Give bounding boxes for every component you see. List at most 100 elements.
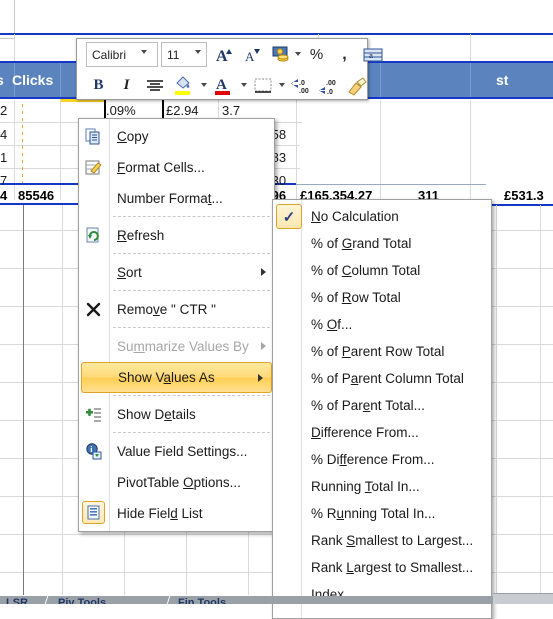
svg-text:.0: .0 bbox=[327, 89, 333, 95]
mini-format-toolbar[interactable]: Calibri 11 A A % , a B I A .0 .00 .00 .0 bbox=[76, 38, 382, 100]
submenu-item-running-total-in[interactable]: Running Total In... bbox=[273, 473, 491, 500]
submenu-item-rank-smallest-to-largest[interactable]: Rank Smallest to Largest... bbox=[273, 527, 491, 554]
sheet-tab[interactable]: Piv Tools bbox=[58, 597, 106, 604]
chevron-down-icon[interactable] bbox=[241, 83, 247, 87]
menu-item-copy[interactable]: Copy bbox=[79, 121, 274, 152]
tab-divider bbox=[44, 596, 49, 604]
percent-style-icon[interactable]: % bbox=[305, 43, 328, 66]
cell-value[interactable]: £2.94 bbox=[166, 103, 199, 118]
chevron-down-icon[interactable] bbox=[201, 83, 207, 87]
cell-value[interactable]: 7 bbox=[0, 173, 7, 188]
chevron-down-icon[interactable] bbox=[295, 52, 301, 56]
gridline bbox=[296, 100, 297, 200]
accounting-number-format-icon[interactable] bbox=[269, 43, 292, 66]
remove-icon bbox=[83, 300, 103, 319]
menu-item-refresh[interactable]: Refresh bbox=[79, 220, 274, 251]
field-list-icon bbox=[82, 501, 105, 524]
submenu-item-pct-difference-from[interactable]: % Difference From... bbox=[273, 446, 491, 473]
submenu-arrow-icon bbox=[261, 268, 266, 276]
gridline bbox=[60, 100, 61, 200]
font-color-icon[interactable]: A bbox=[211, 74, 234, 97]
font-name-combo[interactable]: Calibri bbox=[86, 42, 158, 67]
menu-item-show-values-as[interactable]: Show Values As bbox=[81, 362, 272, 393]
chevron-down-icon[interactable] bbox=[195, 50, 201, 54]
horizontal-scrollbar[interactable] bbox=[493, 593, 553, 604]
font-size-value: 11 bbox=[167, 47, 180, 62]
submenu-item-label: Rank Smallest to Largest... bbox=[311, 533, 474, 548]
total-cell-value[interactable]: 85546 bbox=[18, 188, 54, 203]
gridline bbox=[540, 205, 541, 595]
menu-item-hide-field-list[interactable]: Hide Field List bbox=[79, 498, 274, 529]
svg-text:.00: .00 bbox=[299, 88, 309, 95]
menu-separator bbox=[113, 432, 270, 434]
font-size-combo[interactable]: 11 bbox=[161, 42, 207, 67]
submenu-item-pct-of-grand-total[interactable]: % of Grand Total bbox=[273, 230, 491, 257]
submenu-item-label: % Running Total In... bbox=[311, 506, 436, 521]
menu-item-label: Hide Field List bbox=[117, 506, 203, 521]
cell-value[interactable]: 3.7 bbox=[222, 103, 240, 118]
fill-color-icon[interactable] bbox=[171, 74, 194, 97]
total-cell-value[interactable]: 4 bbox=[0, 188, 7, 203]
font-name-value: Calibri bbox=[92, 47, 127, 62]
grow-font-icon[interactable]: A bbox=[213, 43, 236, 66]
submenu-item-pct-of-parent-column-total[interactable]: % of Parent Column Total bbox=[273, 365, 491, 392]
submenu-arrow-icon bbox=[261, 342, 266, 350]
value-field-icon: i bbox=[83, 442, 103, 461]
cell-value[interactable]: 1 bbox=[0, 150, 7, 165]
sheet-tab-strip[interactable]: LSR Piv Tools Fin Tools bbox=[0, 596, 553, 604]
menu-separator bbox=[113, 216, 270, 218]
submenu-item-pct-running-total-in[interactable]: % Running Total In... bbox=[273, 500, 491, 527]
menu-separator bbox=[113, 290, 270, 292]
svg-text:.0: .0 bbox=[299, 80, 305, 87]
pivot-row-marker bbox=[22, 104, 23, 184]
submenu-item-no-calculation[interactable]: ✓ No Calculation bbox=[273, 203, 491, 230]
submenu-item-pct-of-column-total[interactable]: % of Column Total bbox=[273, 257, 491, 284]
bold-icon[interactable]: B bbox=[87, 74, 110, 97]
chevron-down-icon[interactable] bbox=[279, 83, 285, 87]
menu-item-show-details[interactable]: Show Details bbox=[79, 399, 274, 430]
submenu-item-pct-of[interactable]: % Of... bbox=[273, 311, 491, 338]
center-align-icon[interactable] bbox=[143, 74, 166, 97]
menu-item-format-cells[interactable]: Format Cells... bbox=[79, 152, 274, 183]
borders-icon[interactable] bbox=[251, 74, 274, 97]
cell-value[interactable]: 4 bbox=[0, 127, 7, 142]
menu-item-pivottable-options[interactable]: PivotTable Options... bbox=[79, 467, 274, 498]
submenu-item-label: Rank Largest to Smallest... bbox=[311, 560, 474, 575]
total-row-thin-rule bbox=[296, 184, 486, 185]
submenu-item-pct-of-parent-total[interactable]: % of Parent Total... bbox=[273, 392, 491, 419]
format-table-icon[interactable]: a bbox=[361, 43, 384, 66]
menu-item-label: Format Cells... bbox=[117, 160, 205, 175]
menu-item-value-field-settings[interactable]: i Value Field Settings... bbox=[79, 436, 274, 467]
increase-decimal-icon[interactable]: .0 .00 bbox=[289, 74, 312, 97]
show-values-as-submenu[interactable]: ✓ No Calculation % of Grand Total % of C… bbox=[272, 199, 492, 619]
submenu-arrow-icon bbox=[258, 374, 263, 382]
cell-value[interactable]: 2 bbox=[0, 103, 7, 118]
chevron-down-icon[interactable] bbox=[141, 50, 147, 54]
sheet-tab[interactable]: Fin Tools bbox=[178, 597, 226, 604]
svg-text:A: A bbox=[245, 49, 255, 64]
menu-item-remove-ctr[interactable]: Remove " CTR " bbox=[79, 294, 274, 325]
submenu-item-rank-largest-to-smallest[interactable]: Rank Largest to Smallest... bbox=[273, 554, 491, 581]
italic-icon[interactable]: I bbox=[115, 74, 138, 97]
menu-item-number-format[interactable]: Number Format... bbox=[79, 183, 274, 214]
sheet-tab[interactable]: LSR bbox=[6, 597, 28, 604]
cell-value[interactable]: .09% bbox=[106, 103, 136, 118]
comma-style-icon[interactable]: , bbox=[333, 43, 356, 66]
gridline bbox=[470, 100, 471, 200]
format-painter-icon[interactable] bbox=[345, 74, 368, 97]
gridline bbox=[380, 100, 381, 200]
pivot-context-menu[interactable]: Copy Format Cells... Number Format... Re… bbox=[78, 118, 275, 532]
submenu-item-pct-of-parent-row-total[interactable]: % of Parent Row Total bbox=[273, 338, 491, 365]
submenu-item-difference-from[interactable]: Difference From... bbox=[273, 419, 491, 446]
decrease-decimal-icon[interactable]: .00 .0 bbox=[317, 74, 340, 97]
column-header-clicks: Clicks bbox=[12, 72, 54, 88]
shrink-font-icon[interactable]: A bbox=[241, 43, 264, 66]
check-icon: ✓ bbox=[276, 204, 302, 229]
submenu-item-pct-of-row-total[interactable]: % of Row Total bbox=[273, 284, 491, 311]
menu-item-sort[interactable]: Sort bbox=[79, 257, 274, 288]
format-cells-icon bbox=[83, 158, 103, 177]
menu-item-label: PivotTable Options... bbox=[117, 475, 241, 490]
menu-separator bbox=[113, 395, 270, 397]
gridline bbox=[470, 34, 471, 63]
total-cell-value[interactable]: £531.3 bbox=[504, 188, 544, 203]
